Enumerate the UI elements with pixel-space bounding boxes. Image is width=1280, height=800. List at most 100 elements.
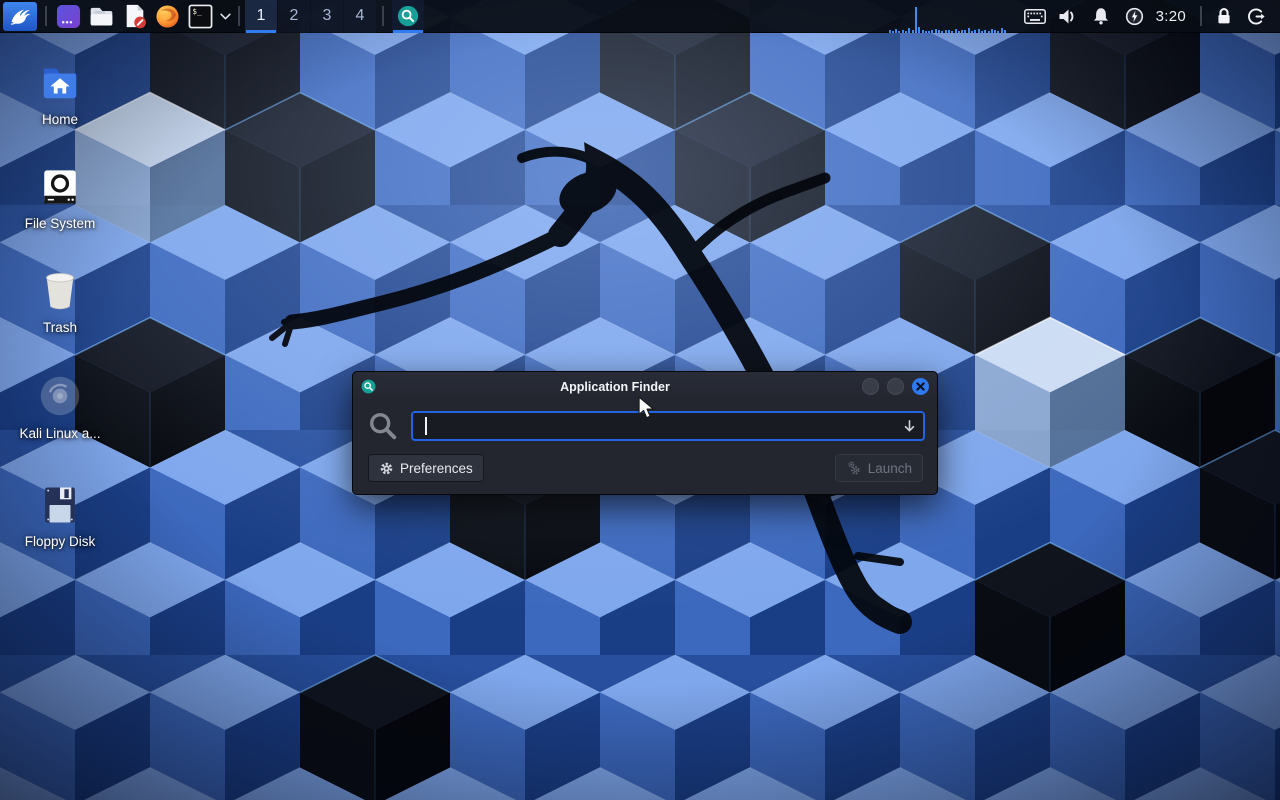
maximize-button[interactable]	[887, 378, 904, 395]
search-icon	[368, 411, 398, 441]
terminal-dropdown-chevron[interactable]	[217, 0, 233, 33]
cpu-bar	[938, 30, 940, 33]
volume-tray[interactable]	[1052, 0, 1085, 33]
cpu-bar	[912, 30, 914, 33]
close-icon	[916, 382, 925, 391]
desktop-icon-label: Kali Linux a...	[5, 426, 115, 441]
workspace-label: 3	[323, 7, 332, 25]
launch-gears-icon	[846, 460, 862, 476]
logout-button[interactable]	[1240, 0, 1273, 33]
preferences-button[interactable]: Preferences	[368, 454, 484, 482]
desktop-icon-kali-installer[interactable]: Kali Linux a...	[5, 372, 115, 441]
cpu-bar	[892, 31, 894, 33]
panel-separator	[238, 6, 240, 26]
keyboard-icon	[1024, 9, 1046, 24]
cpu-bar	[902, 30, 904, 33]
gear-icon	[379, 461, 394, 476]
cpu-bar	[984, 30, 986, 33]
cpu-bar	[997, 31, 999, 33]
desktop-icon-trash[interactable]: Trash	[5, 266, 115, 335]
cpu-bar	[974, 30, 976, 33]
cpu-bar	[991, 29, 993, 33]
launch-label: Launch	[868, 461, 912, 476]
search-input[interactable]	[413, 413, 923, 439]
cpu-bar	[928, 31, 930, 33]
launcher-firefox[interactable]	[151, 0, 184, 33]
kali-logo-icon	[8, 5, 32, 27]
text-caret	[425, 417, 427, 435]
cpu-bar	[915, 7, 917, 33]
notifications-tray[interactable]	[1085, 0, 1118, 33]
logout-icon	[1247, 7, 1266, 26]
lock-screen-button[interactable]	[1207, 0, 1240, 33]
cpu-bar	[925, 31, 927, 33]
window-magnifier-icon	[361, 379, 376, 394]
desktop-icon-label: Floppy Disk	[5, 534, 115, 549]
cpu-bar	[961, 30, 963, 33]
terminal-icon: $_	[188, 4, 213, 29]
cpu-bar	[988, 31, 990, 33]
workspace-button-1[interactable]: 1	[245, 0, 277, 33]
workspace-label: 1	[257, 7, 266, 25]
console-app-icon	[56, 4, 81, 29]
cpu-bar	[981, 31, 983, 33]
minimize-button[interactable]	[862, 378, 879, 395]
speaker-icon	[1058, 8, 1078, 25]
close-button[interactable]	[912, 378, 929, 395]
chevron-down-icon	[220, 13, 231, 20]
magnifier-app-icon	[396, 4, 420, 28]
application-finder-window: Application Finder	[352, 371, 938, 495]
launcher-file-manager[interactable]	[85, 0, 118, 33]
desktop-icon-floppy-disk[interactable]: Floppy Disk	[5, 480, 115, 549]
panel-separator	[382, 6, 384, 26]
cpu-bar	[978, 29, 980, 33]
search-input-wrap	[411, 411, 925, 441]
window-titlebar[interactable]: Application Finder	[353, 372, 937, 401]
lock-icon	[1216, 7, 1232, 25]
keyboard-layout-tray[interactable]	[1019, 0, 1052, 33]
cpu-bar	[931, 30, 933, 33]
taskbar-application-finder[interactable]	[392, 0, 424, 33]
cpu-bar	[905, 31, 907, 33]
panel-separator	[1200, 6, 1202, 26]
panel-separator	[45, 6, 47, 26]
down-arrow-icon	[902, 419, 917, 434]
workspace-button-4[interactable]: 4	[344, 0, 376, 33]
cpu-bar	[895, 29, 897, 33]
cpu-bar	[951, 31, 953, 33]
trash-icon	[5, 266, 115, 312]
cpu-bar	[922, 30, 924, 33]
cpu-bar	[955, 29, 957, 33]
desktop-icon-file-system[interactable]: File System	[5, 162, 115, 231]
bell-icon	[1092, 7, 1110, 25]
cpu-bar	[1004, 30, 1006, 33]
desktop-icon-label: Trash	[5, 320, 115, 335]
top-panel: $_ 1 2 3 4	[0, 0, 1280, 33]
launcher-console-app[interactable]	[52, 0, 85, 33]
power-manager-tray[interactable]	[1118, 0, 1151, 33]
hard-drive-icon	[5, 162, 115, 208]
cpu-bar	[971, 31, 973, 33]
cpu-bar	[994, 30, 996, 33]
cpu-bar	[945, 30, 947, 33]
cpu-graph-monitor[interactable]	[889, 0, 1007, 33]
button-row: Preferences Launch	[353, 448, 937, 494]
search-dropdown-button[interactable]	[902, 419, 917, 434]
workspace-button-2[interactable]: 2	[278, 0, 310, 33]
launcher-terminal[interactable]: $_	[184, 0, 217, 33]
text-editor-icon	[123, 3, 147, 29]
cpu-bar	[898, 31, 900, 33]
panel-clock[interactable]: 3:20	[1156, 8, 1186, 25]
workspace-button-3[interactable]: 3	[311, 0, 343, 33]
desktop: Home File System Trash	[0, 0, 1280, 800]
desktop-icon-home[interactable]: Home	[5, 58, 115, 127]
cpu-bar	[958, 31, 960, 33]
launcher-text-editor[interactable]	[118, 0, 151, 33]
launch-button[interactable]: Launch	[835, 454, 923, 482]
workspace-label: 4	[356, 7, 365, 25]
file-manager-icon	[88, 4, 115, 28]
power-bolt-icon	[1125, 7, 1144, 26]
applications-menu-button[interactable]	[3, 2, 37, 31]
preferences-label: Preferences	[400, 461, 473, 476]
firefox-icon	[155, 4, 180, 29]
